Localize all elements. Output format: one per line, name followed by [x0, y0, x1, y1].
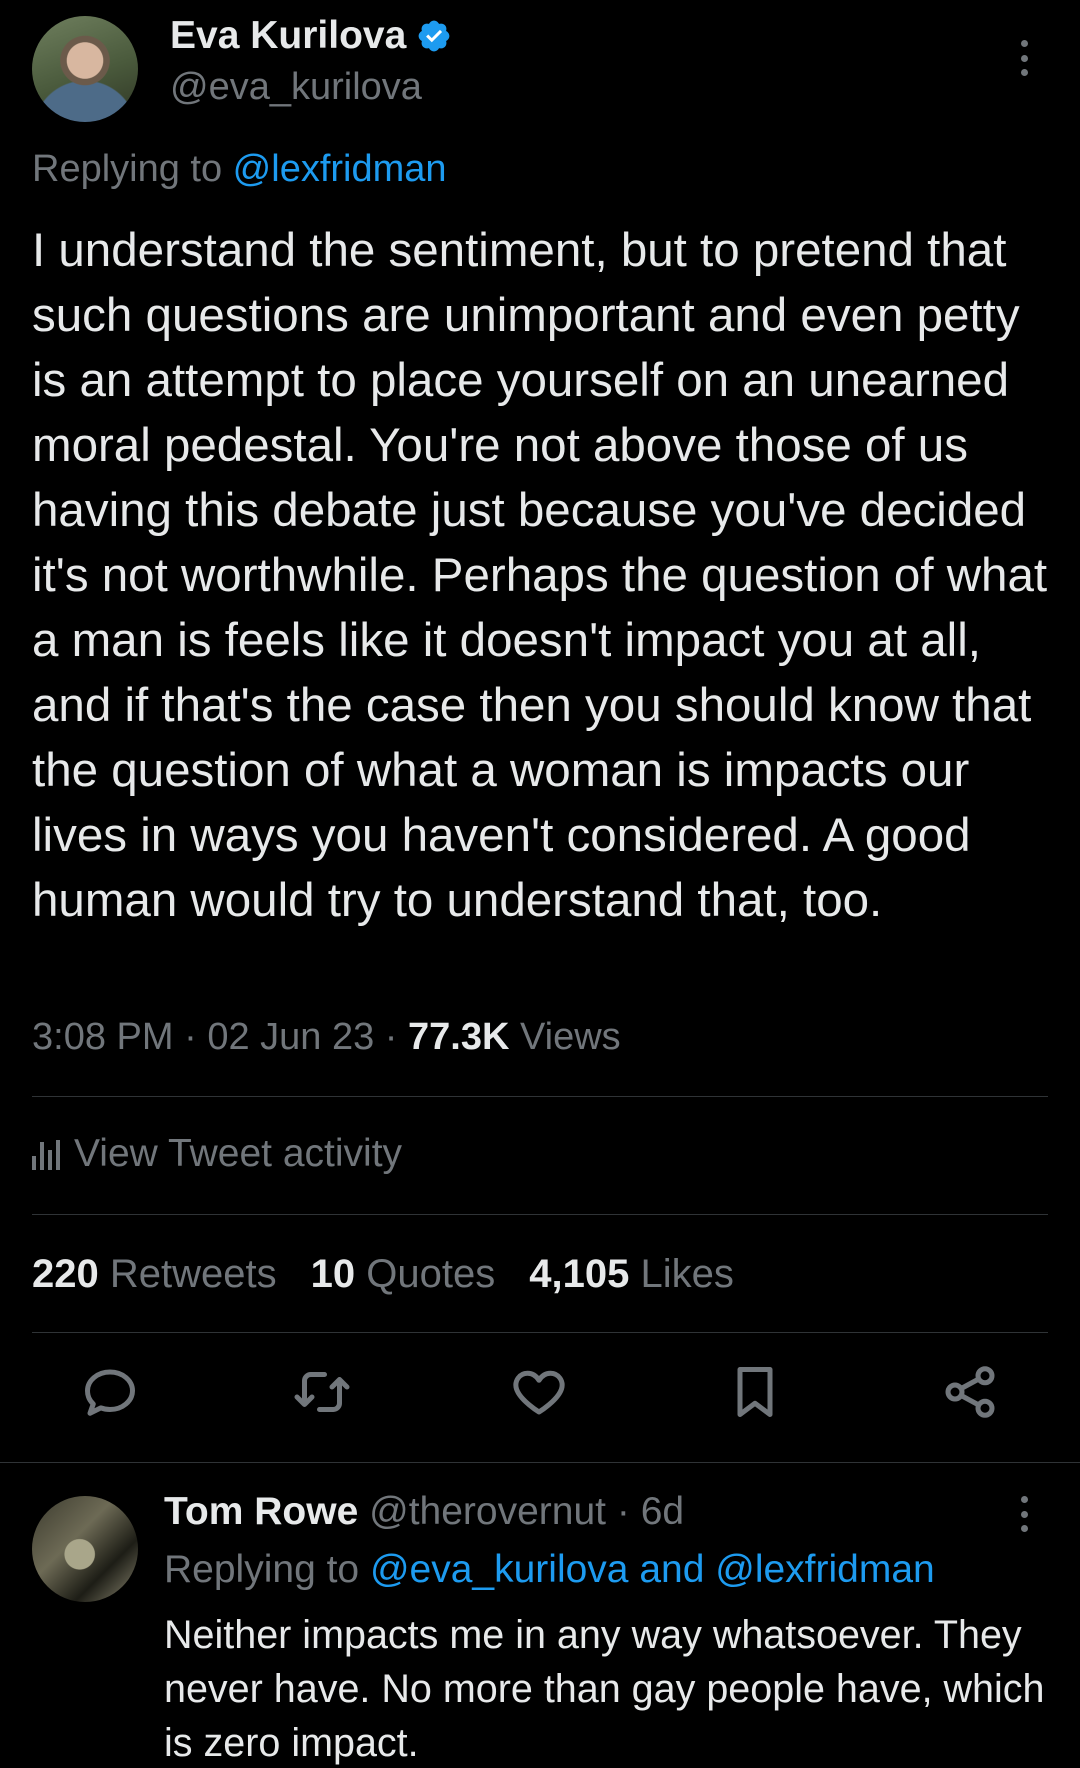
- verified-badge-icon: [418, 20, 450, 52]
- replying-mention-link[interactable]: @lexfridman: [233, 148, 447, 190]
- retweets-stat[interactable]: 220 Retweets: [32, 1252, 277, 1297]
- tweet-meta: 3:08 PM · 02 Jun 23 · 77.3K Views: [32, 1016, 621, 1058]
- tweet-time[interactable]: 3:08 PM: [32, 1016, 174, 1058]
- reply-author-name[interactable]: Tom Rowe: [164, 1490, 358, 1533]
- quotes-count: 10: [310, 1252, 356, 1296]
- reply-text: Neither impacts me in any way whatsoever…: [164, 1613, 1045, 1765]
- bar-chart-icon: [32, 1138, 60, 1170]
- author-name-row[interactable]: Eva Kurilova: [170, 14, 452, 58]
- replying-prefix: Replying to: [32, 148, 233, 190]
- author-handle[interactable]: @eva_kurilova: [170, 66, 422, 109]
- activity-label: View Tweet activity: [74, 1132, 403, 1175]
- divider: [32, 1332, 1048, 1333]
- reply-header: Tom Rowe @therovernut · 6d: [164, 1490, 685, 1533]
- retweet-icon[interactable]: [292, 1362, 352, 1422]
- view-activity-link[interactable]: View Tweet activity: [32, 1132, 402, 1176]
- tweet-date[interactable]: 02 Jun 23: [207, 1016, 374, 1058]
- engagement-stats: 220 Retweets 10 Quotes 4,105 Likes: [32, 1252, 734, 1297]
- divider: [32, 1214, 1048, 1215]
- likes-stat[interactable]: 4,105 Likes: [529, 1252, 734, 1297]
- reply-replying-to: Replying to @eva_kurilova and @lexfridma…: [164, 1548, 935, 1592]
- reply-author-avatar[interactable]: [32, 1496, 138, 1602]
- divider: [32, 1096, 1048, 1097]
- likes-label: Likes: [640, 1252, 734, 1296]
- replying-to: Replying to @lexfridman: [32, 148, 447, 191]
- retweets-label: Retweets: [109, 1252, 277, 1296]
- quotes-label: Quotes: [366, 1252, 496, 1296]
- reply-age[interactable]: 6d: [641, 1490, 684, 1533]
- more-vertical-icon[interactable]: [1018, 1496, 1030, 1532]
- divider: [0, 1462, 1080, 1463]
- reply-mention-link[interactable]: @eva_kurilova and @lexfridman: [370, 1548, 935, 1591]
- quotes-stat[interactable]: 10 Quotes: [311, 1252, 496, 1297]
- bookmark-icon[interactable]: [725, 1362, 785, 1422]
- retweets-count: 220: [32, 1252, 99, 1296]
- reply-icon[interactable]: [80, 1362, 140, 1422]
- views-label: Views: [509, 1016, 621, 1058]
- more-vertical-icon[interactable]: [1018, 40, 1030, 76]
- heart-icon[interactable]: [509, 1362, 569, 1422]
- reply-author-handle[interactable]: @therovernut: [369, 1490, 606, 1533]
- author-name[interactable]: Eva Kurilova: [170, 14, 406, 58]
- likes-count: 4,105: [529, 1252, 630, 1296]
- views-count: 77.3K: [408, 1016, 510, 1058]
- tweet-text: I understand the sentiment, but to prete…: [32, 224, 1048, 927]
- share-icon[interactable]: [940, 1362, 1000, 1422]
- author-avatar[interactable]: [32, 16, 138, 122]
- action-bar: [0, 1362, 1080, 1432]
- reply-replying-prefix: Replying to: [164, 1548, 370, 1591]
